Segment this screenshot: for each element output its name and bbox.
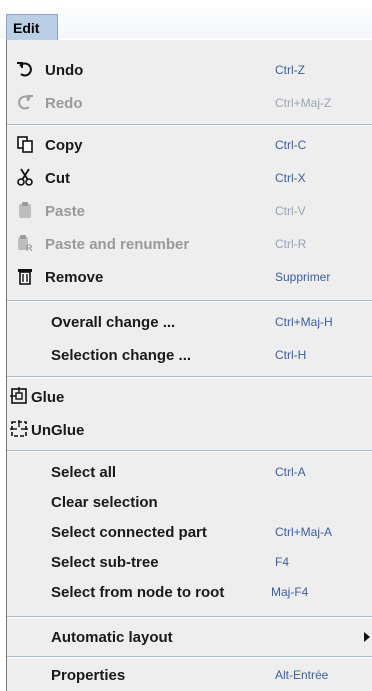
shortcut-label: Ctrl+Maj-H [275,315,333,329]
paste-icon [15,200,35,220]
menu-item-label: Cut [45,170,70,187]
edit-menu-popup: Undo Ctrl-Z Redo Ctrl+Maj-Z Copy Ctrl-C … [6,40,372,691]
redo-icon [15,92,35,112]
shortcut-label: Ctrl-X [275,171,306,185]
menu-item-label: Select connected part [51,524,207,541]
shortcut-label: Ctrl+Maj-Z [275,96,332,110]
menu-item-label: Select sub-tree [51,554,159,571]
menu-item-label: Redo [45,95,83,112]
menu-item-clear-selection[interactable]: Clear selection [7,485,372,518]
shortcut-label: Alt-Entrée [275,668,329,682]
shortcut-label: Ctrl-Z [275,63,305,77]
trash-icon [15,266,35,286]
menu-item-paste-and-renumber[interactable]: R Paste and renumber Ctrl-R [7,227,372,260]
copy-icon [15,134,35,154]
menu-item-undo[interactable]: Undo Ctrl-Z [7,53,372,86]
menu-separator [7,450,372,452]
menu-separator [7,376,372,378]
menu-separator [7,124,372,126]
shortcut-label: F4 [275,555,290,569]
menu-item-label: Overall change ... [51,314,176,331]
menu-item-select-connected-part[interactable]: Select connected part Ctrl+Maj-A [7,515,372,548]
menu-item-label: UnGlue [31,422,85,439]
unglue-icon [9,419,29,439]
menu-bar: Edit [0,0,372,40]
menu-item-overall-change[interactable]: Overall change ... Ctrl+Maj-H [7,305,372,338]
menu-item-select-node-to-root[interactable]: Select from node to root Maj-F4 [7,575,372,608]
shortcut-label: Supprimer [275,270,331,284]
menu-item-label: Paste [45,203,86,220]
shortcut-label: Maj-F4 [271,585,309,599]
menu-item-label: Undo [45,62,84,79]
shortcut-label: Ctrl-C [275,138,307,152]
menu-item-label: Selection change ... [51,347,192,364]
shortcut-label: Ctrl-R [275,237,307,251]
menu-item-select-all[interactable]: Select all Ctrl-A [7,455,372,488]
menu-item-label: Select from node to root [51,584,225,601]
menu-item-label: Remove [45,269,104,286]
paste-renumber-icon: R [15,233,35,253]
menu-item-paste[interactable]: Paste Ctrl-V [7,194,372,227]
menu-item-select-sub-tree[interactable]: Select sub-tree F4 [7,545,372,578]
shortcut-label: Ctrl+Maj-A [275,525,333,539]
scissors-icon [15,167,35,187]
menu-item-properties[interactable]: Properties Alt-Entrée [7,658,372,691]
shortcut-label: Ctrl-H [275,348,307,362]
menu-item-unglue[interactable]: UnGlue [7,413,372,446]
shortcut-label: Ctrl-V [275,204,306,218]
submenu-arrow-icon [364,632,370,642]
shortcut-label: Ctrl-A [275,465,306,479]
menu-edit[interactable]: Edit [6,14,58,40]
glue-icon [9,386,29,406]
menu-separator [7,300,372,302]
menu-item-label: Paste and renumber [45,236,190,253]
menu-item-copy[interactable]: Copy Ctrl-C [7,128,372,161]
menu-item-label: Clear selection [51,494,158,511]
menu-item-glue[interactable]: Glue [7,380,372,413]
menu-item-label: Select all [51,464,117,481]
menu-item-remove[interactable]: Remove Supprimer [7,260,372,293]
menu-item-automatic-layout[interactable]: Automatic layout [7,620,372,653]
menu-item-selection-change[interactable]: Selection change ... Ctrl-H [7,338,372,371]
menu-item-label: Automatic layout [51,629,173,646]
menu-item-label: Properties [51,667,126,684]
svg-text:R: R [26,243,33,252]
menu-separator [7,616,372,618]
menu-item-cut[interactable]: Cut Ctrl-X [7,161,372,194]
menu-item-redo[interactable]: Redo Ctrl+Maj-Z [7,86,372,119]
menu-item-label: Glue [31,389,65,406]
menu-item-label: Copy [45,137,83,154]
undo-icon [15,59,35,79]
